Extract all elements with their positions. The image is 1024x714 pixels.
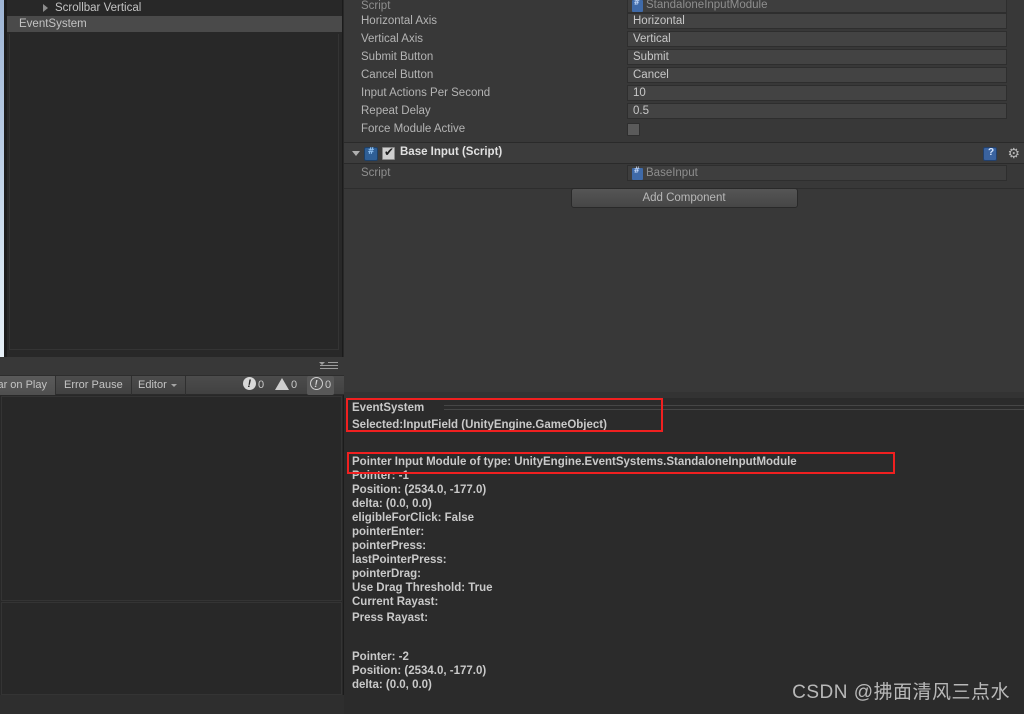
property-value: Horizontal xyxy=(633,15,685,27)
hierarchy-item-eventsystem[interactable]: EventSystem xyxy=(7,16,342,32)
unity-editor-window: Scrollbar Vertical EventSystem Script St… xyxy=(0,0,1024,714)
console-detail-panel[interactable]: EventSystem Selected:InputField (UnityEn… xyxy=(344,392,1024,714)
force-module-active-checkbox[interactable] xyxy=(627,123,640,136)
vertical-axis-input[interactable]: Vertical xyxy=(627,31,1007,47)
component-enabled-checkbox[interactable] xyxy=(382,145,395,160)
error-icon xyxy=(243,375,256,394)
hierarchy-item-label: EventSystem xyxy=(19,18,87,30)
detail-block-pointer-1: Pointer: -1 Position: (2534.0, -177.0) d… xyxy=(352,470,493,608)
warning-count-value: 0 xyxy=(291,379,298,391)
detail-block-pointer-2: Pointer: -2 Position: (2534.0, -177.0) d… xyxy=(352,651,487,691)
console-toolbar: ar on Play Error Pause Editor 0 0 0 xyxy=(0,357,344,395)
hierarchy-item-label: Scrollbar Vertical xyxy=(55,2,142,14)
gear-icon[interactable]: ⚙ xyxy=(1007,146,1020,161)
property-row-horizontal-axis: Horizontal Axis Horizontal xyxy=(344,12,1024,30)
submit-button-input[interactable]: Submit xyxy=(627,49,1007,65)
console-list-region-lower xyxy=(1,602,342,695)
console-filter-bar: ar on Play Error Pause Editor 0 0 0 xyxy=(0,375,344,395)
base-input-script-field[interactable]: BaseInput xyxy=(627,165,1007,181)
console-message-list[interactable] xyxy=(0,395,344,714)
detail-pointer-module-line: Pointer Input Module of type: UnityEngin… xyxy=(352,456,797,468)
property-row-script: Script StandaloneInputModule xyxy=(344,0,1024,13)
property-value: BaseInput xyxy=(646,167,698,179)
property-row-force-module-active: Force Module Active xyxy=(344,120,1024,138)
hierarchy-item-scrollbar-vertical[interactable]: Scrollbar Vertical xyxy=(7,0,342,16)
property-label: Horizontal Axis xyxy=(361,15,438,27)
warning-count[interactable]: 0 xyxy=(275,376,297,395)
property-row-vertical-axis: Vertical Axis Vertical xyxy=(344,30,1024,48)
info-count[interactable]: 0 xyxy=(307,375,335,395)
property-value: 0.5 xyxy=(633,105,649,117)
property-row-input-actions-per-second: Input Actions Per Second 10 xyxy=(344,84,1024,102)
detail-subtitle: Selected:InputField (UnityEngine.GameObj… xyxy=(352,419,607,431)
error-count[interactable]: 0 xyxy=(243,375,265,395)
editor-dropdown-label: Editor xyxy=(138,379,167,391)
property-row-base-input-script: Script BaseInput xyxy=(344,164,1024,182)
hierarchy-panel: Scrollbar Vertical EventSystem xyxy=(7,0,343,357)
inspector-scroll-view[interactable]: Script StandaloneInputModule Horizontal … xyxy=(344,0,1024,392)
error-pause-button[interactable]: Error Pause xyxy=(56,376,132,395)
detail-title: EventSystem xyxy=(352,402,425,414)
console-detail-splitter[interactable] xyxy=(344,392,1024,398)
property-value: 10 xyxy=(633,87,646,99)
info-count-value: 0 xyxy=(325,379,332,391)
property-label: Repeat Delay xyxy=(361,105,431,117)
property-label: Force Module Active xyxy=(361,123,466,135)
csdn-watermark: CSDN @拂面清风三点水 xyxy=(792,682,1010,703)
console-list-region-upper xyxy=(1,396,342,601)
inspector-panel: Script StandaloneInputModule Horizontal … xyxy=(344,0,1024,392)
component-title: Base Input (Script) xyxy=(400,146,503,158)
chevron-down-icon xyxy=(170,383,177,387)
property-row-submit-button: Submit Button Submit xyxy=(344,48,1024,66)
chevron-down-icon[interactable] xyxy=(352,151,360,156)
cancel-button-input[interactable]: Cancel xyxy=(627,67,1007,83)
cs-script-icon xyxy=(364,146,378,161)
horizontal-axis-input[interactable]: Horizontal xyxy=(627,13,1007,29)
help-book-icon[interactable] xyxy=(983,147,997,161)
input-actions-per-second-input[interactable]: 10 xyxy=(627,85,1007,101)
chevron-right-icon[interactable] xyxy=(43,4,48,12)
property-row-repeat-delay: Repeat Delay 0.5 xyxy=(344,102,1024,120)
property-value: Vertical xyxy=(633,33,671,45)
info-icon xyxy=(310,375,323,394)
detail-block-press-rayast: Press Rayast: xyxy=(352,612,429,624)
console-tab-strip xyxy=(0,357,344,375)
error-count-value: 0 xyxy=(258,379,265,391)
property-label: Input Actions Per Second xyxy=(361,87,491,99)
property-value: Cancel xyxy=(633,69,669,81)
property-label: Submit Button xyxy=(361,51,434,63)
warning-icon xyxy=(275,378,289,390)
repeat-delay-input[interactable]: 0.5 xyxy=(627,103,1007,119)
property-label: Cancel Button xyxy=(361,69,434,81)
property-value: Submit xyxy=(633,51,669,63)
detail-title-rule xyxy=(444,405,1024,410)
add-component-row: Add Component xyxy=(344,188,1024,208)
cs-script-icon xyxy=(632,166,643,180)
hierarchy-list-area xyxy=(9,34,339,350)
clear-on-play-button[interactable]: ar on Play xyxy=(0,376,56,395)
property-label: Vertical Axis xyxy=(361,33,423,45)
add-component-button[interactable]: Add Component xyxy=(570,188,798,208)
console-list-footer xyxy=(0,695,344,714)
property-label: Script xyxy=(361,167,391,179)
panel-menu-icon[interactable] xyxy=(320,362,338,371)
component-header-base-input[interactable]: Base Input (Script) ⚙ xyxy=(344,142,1024,164)
property-row-cancel-button: Cancel Button Cancel xyxy=(344,66,1024,84)
cs-script-icon xyxy=(632,0,643,12)
editor-dropdown[interactable]: Editor xyxy=(130,376,186,395)
